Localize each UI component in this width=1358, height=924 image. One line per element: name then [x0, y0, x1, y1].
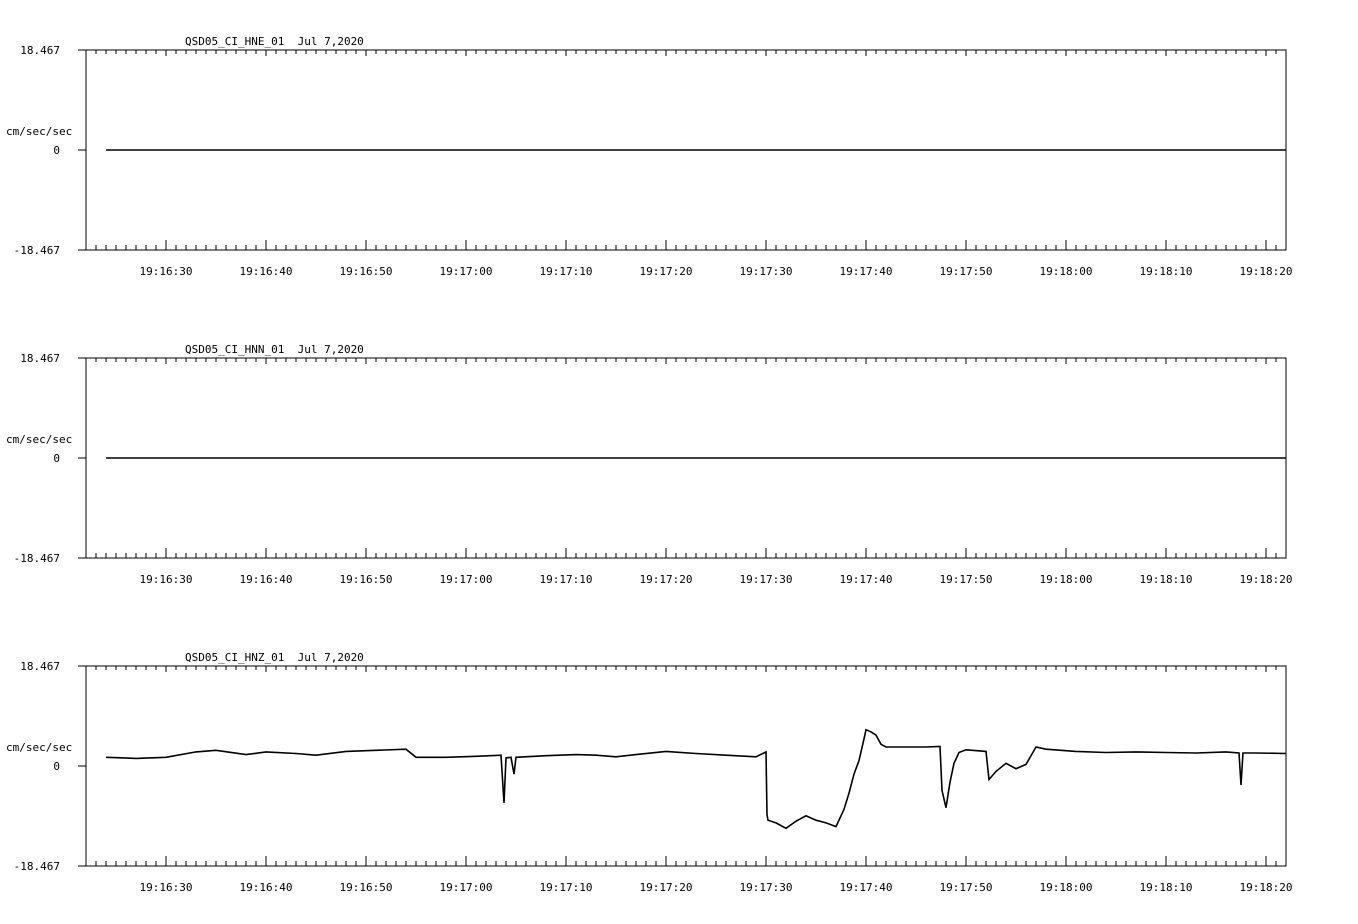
x-tick-label: 19:16:40: [240, 573, 293, 586]
y-tick-label-zero: 0: [53, 760, 60, 773]
x-ticks-bottom: [85, 856, 1287, 866]
panel-title: QSD05_CI_HNZ_01 Jul 7,2020: [185, 651, 364, 664]
x-tick-label: 19:16:30: [140, 265, 193, 278]
panel-title: QSD05_CI_HNE_01 Jul 7,2020: [185, 35, 364, 48]
x-tick-label: 19:17:00: [440, 573, 493, 586]
x-tick-label: 19:17:20: [640, 573, 693, 586]
x-tick-label: 19:18:10: [1140, 573, 1193, 586]
y-axis-label: cm/sec/sec: [6, 125, 72, 138]
x-ticks-top: [85, 50, 1287, 56]
y-tick-label-max: 18.467: [20, 660, 60, 673]
x-tick-label: 19:17:20: [640, 265, 693, 278]
plot-frame: [85, 665, 1287, 867]
x-tick-label: 19:17:00: [440, 265, 493, 278]
x-tick-labels: 19:16:30 19:16:40 19:16:50 19:17:00 19:17:10…: [140, 881, 1293, 894]
trace-line: [105, 728, 1287, 830]
y-tick-label-max: 18.467: [20, 44, 60, 57]
y-tick-label-min: -18.467: [14, 552, 60, 565]
x-tick-label: 19:17:10: [540, 265, 593, 278]
x-tick-label: 19:17:40: [840, 265, 893, 278]
y-axis-label: cm/sec/sec: [6, 741, 72, 754]
x-tick-label: 19:17:40: [840, 881, 893, 894]
x-tick-label: 19:16:50: [340, 265, 393, 278]
y-tick-label-min: -18.467: [14, 244, 60, 257]
x-tick-label: 19:16:40: [240, 881, 293, 894]
x-tick-label: 19:17:30: [740, 573, 793, 586]
x-tick-label: 19:17:50: [940, 573, 993, 586]
x-tick-label: 19:17:20: [640, 881, 693, 894]
x-ticks-top: [85, 666, 1287, 672]
x-tick-label: 19:18:20: [1240, 881, 1293, 894]
x-tick-label: 19:17:50: [940, 265, 993, 278]
x-tick-label: 19:18:20: [1240, 573, 1293, 586]
y-ticks: [78, 49, 86, 251]
x-tick-label: 19:17:30: [740, 265, 793, 278]
x-tick-label: 19:16:50: [340, 573, 393, 586]
panel-title: QSD05_CI_HNN_01 Jul 7,2020: [185, 343, 364, 356]
x-tick-label: 19:18:00: [1040, 573, 1093, 586]
y-tick-label-min: -18.467: [14, 860, 60, 873]
y-axis-label: cm/sec/sec: [6, 433, 72, 446]
x-tick-label: 19:18:10: [1140, 881, 1193, 894]
x-tick-label: 19:16:50: [340, 881, 393, 894]
x-tick-label: 19:16:30: [140, 881, 193, 894]
x-tick-labels: 19:16:30 19:16:40 19:16:50 19:17:00 19:17:10…: [140, 265, 1293, 278]
seismogram-figure: QSD05_CI_HNE_01 Jul 7,2020 cm/sec/sec 18…: [6, 35, 1292, 894]
y-ticks: [78, 665, 86, 867]
panel-hne: QSD05_CI_HNE_01 Jul 7,2020 cm/sec/sec 18…: [6, 35, 1292, 278]
x-ticks-bottom: [85, 548, 1287, 558]
x-tick-label: 19:17:00: [440, 881, 493, 894]
x-tick-label: 19:17:50: [940, 881, 993, 894]
y-tick-label-max: 18.467: [20, 352, 60, 365]
x-ticks-bottom: [85, 240, 1287, 250]
x-tick-label: 19:18:10: [1140, 265, 1193, 278]
x-tick-label: 19:17:30: [740, 881, 793, 894]
x-tick-label: 19:16:30: [140, 573, 193, 586]
x-tick-label: 19:16:40: [240, 265, 293, 278]
x-tick-label: 19:17:10: [540, 573, 593, 586]
x-tick-label: 19:17:10: [540, 881, 593, 894]
y-tick-label-zero: 0: [53, 452, 60, 465]
x-tick-label: 19:18:20: [1240, 265, 1293, 278]
panel-hnz: QSD05_CI_HNZ_01 Jul 7,2020 cm/sec/sec 18…: [6, 651, 1292, 894]
x-tick-label: 19:18:00: [1040, 265, 1093, 278]
x-tick-label: 19:18:00: [1040, 881, 1093, 894]
y-tick-label-zero: 0: [53, 144, 60, 157]
x-tick-label: 19:17:40: [840, 573, 893, 586]
x-ticks-top: [85, 358, 1287, 364]
y-ticks: [78, 357, 86, 559]
x-tick-labels: 19:16:30 19:16:40 19:16:50 19:17:00 19:17:10…: [140, 573, 1293, 586]
panel-hnn: QSD05_CI_HNN_01 Jul 7,2020 cm/sec/sec 18…: [6, 343, 1292, 586]
